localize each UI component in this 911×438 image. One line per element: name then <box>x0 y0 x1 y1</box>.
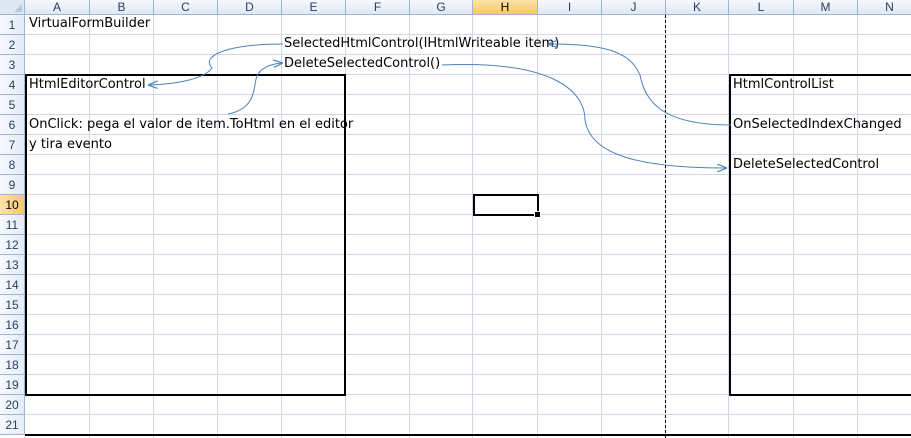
row-header-19[interactable]: 19 <box>0 375 25 395</box>
column-header-a[interactable]: A <box>25 0 90 15</box>
cell-a4[interactable]: HtmlEditorControl <box>29 75 146 95</box>
cell-a6[interactable]: OnClick: pega el valor de item.ToHtml en… <box>29 115 353 135</box>
column-header-n[interactable]: N <box>858 0 911 15</box>
gridline-horizontal <box>25 54 911 55</box>
column-header-m[interactable]: M <box>794 0 858 15</box>
row-header-2[interactable]: 2 <box>0 35 25 55</box>
row-header-12[interactable]: 12 <box>0 235 25 255</box>
column-header-i[interactable]: I <box>538 0 602 15</box>
row-header-3[interactable]: 3 <box>0 55 25 75</box>
column-header-b[interactable]: B <box>90 0 154 15</box>
row-header-8[interactable]: 8 <box>0 155 25 175</box>
row-header-14[interactable]: 14 <box>0 275 25 295</box>
page-bottom-line <box>25 434 911 436</box>
cell-e3[interactable]: DeleteSelectedControl() <box>284 54 440 74</box>
select-all-corner[interactable] <box>0 0 25 15</box>
column-header-d[interactable]: D <box>218 0 282 15</box>
row-header-6[interactable]: 6 <box>0 115 25 135</box>
column-header-e[interactable]: E <box>282 0 346 15</box>
row-header-18[interactable]: 18 <box>0 355 25 375</box>
row-header-1[interactable]: 1 <box>0 15 25 35</box>
row-header-9[interactable]: 9 <box>0 175 25 195</box>
arrow-indexchanged-to-selected <box>549 44 732 126</box>
column-header-g[interactable]: G <box>410 0 473 15</box>
row-header-16[interactable]: 16 <box>0 315 25 335</box>
row-header-10[interactable]: 10 <box>0 195 25 215</box>
fill-handle[interactable] <box>534 211 541 218</box>
cell-l6[interactable]: OnSelectedIndexChanged <box>733 115 902 135</box>
column-header-k[interactable]: K <box>666 0 729 15</box>
cell-a1[interactable]: VirtualFormBuilder <box>29 14 150 34</box>
cell-l4[interactable]: HtmlControlList <box>733 75 834 95</box>
cell-l8[interactable]: DeleteSelectedControl <box>733 155 879 175</box>
column-header-j[interactable]: J <box>602 0 666 15</box>
column-header-h[interactable]: H <box>473 0 538 15</box>
row-header-21[interactable]: 21 <box>0 415 25 435</box>
row-header-11[interactable]: 11 <box>0 215 25 235</box>
row-header-4[interactable]: 4 <box>0 75 25 95</box>
row-header-7[interactable]: 7 <box>0 135 25 155</box>
active-cell-h10[interactable] <box>473 194 541 218</box>
page-break-line <box>665 15 666 438</box>
row-header-13[interactable]: 13 <box>0 255 25 275</box>
column-header-f[interactable]: F <box>346 0 410 15</box>
column-header-l[interactable]: L <box>729 0 794 15</box>
row-header-5[interactable]: 5 <box>0 95 25 115</box>
arrow-delete-to-list <box>441 64 726 168</box>
gridline-horizontal <box>25 414 911 415</box>
row-header-20[interactable]: 20 <box>0 395 25 415</box>
cell-e2[interactable]: SelectedHtmlControl(IHtmlWriteable item) <box>284 34 559 54</box>
column-header-c[interactable]: C <box>154 0 218 15</box>
spreadsheet-grid[interactable]: ABCDEFGHIJKLMN 1 2 3 4 5 6 7 8 9 10 11 12 13 14 15 16 17… <box>0 0 911 438</box>
cell-a7[interactable]: y tira evento <box>29 135 112 155</box>
row-header-17[interactable]: 17 <box>0 335 25 355</box>
row-header-15[interactable]: 15 <box>0 295 25 315</box>
